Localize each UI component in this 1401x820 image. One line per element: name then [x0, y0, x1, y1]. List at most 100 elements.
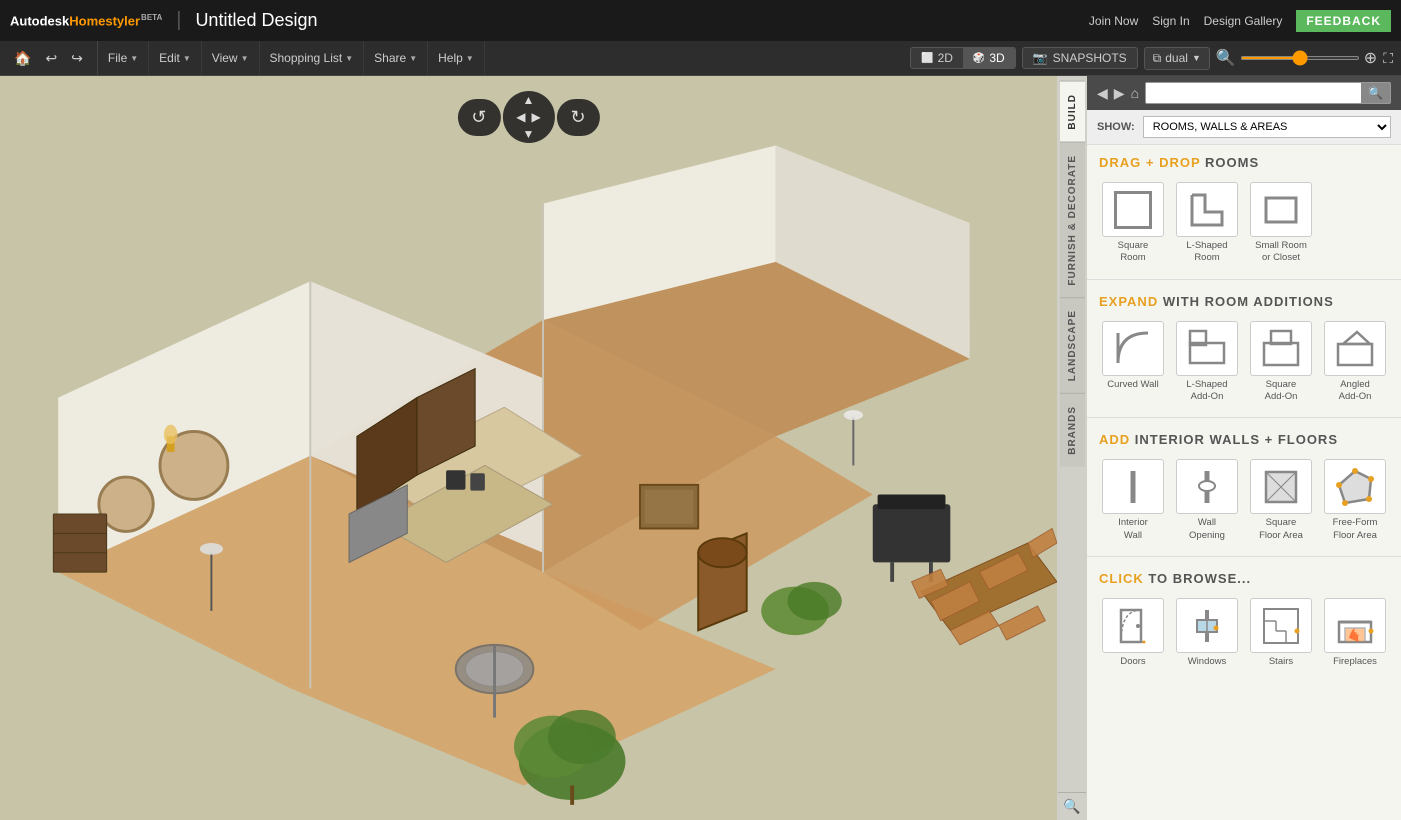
interior-wall-icon	[1102, 459, 1164, 514]
panel-home-button[interactable]: ⌂	[1131, 85, 1139, 101]
panel-search-box: 🔍	[1145, 82, 1391, 104]
l-shaped-addon-icon	[1176, 321, 1238, 376]
panel-search-button[interactable]: 🔍	[1361, 83, 1390, 103]
show-label: SHOW:	[1097, 121, 1135, 133]
autodesk-logo: AutodeskHomestylerBETA	[10, 13, 162, 28]
small-room-tile[interactable]: Small Roomor Closet	[1247, 182, 1315, 265]
design-title: Untitled Design	[195, 10, 317, 31]
feedback-button[interactable]: FEEDBACK	[1296, 10, 1391, 32]
stairs-tile[interactable]: Stairs	[1247, 598, 1315, 668]
small-room-label: Small Roomor Closet	[1255, 240, 1307, 265]
nav-center-control: ▲ ◀ ▶ ▼	[503, 91, 555, 143]
zoom-out-button[interactable]: 🔍	[1216, 48, 1236, 68]
canvas-area[interactable]: ↺ ▲ ◀ ▶ ▼ ↻	[0, 76, 1057, 820]
fullscreen-button[interactable]: ⛶	[1383, 50, 1393, 67]
topbar-right: Join Now Sign In Design Gallery FEEDBACK	[1089, 10, 1391, 32]
view-2d-button[interactable]: ⬜ 2D	[911, 48, 963, 68]
add-walls-grid: InteriorWall WallOpening	[1087, 453, 1401, 552]
edit-menu[interactable]: Edit ▼	[149, 41, 202, 75]
floor-plan-canvas[interactable]	[0, 76, 1057, 820]
join-now-link[interactable]: Join Now	[1089, 14, 1138, 28]
l-shaped-room-tile[interactable]: L-ShapedRoom	[1173, 182, 1241, 265]
help-menu[interactable]: Help ▼	[428, 41, 485, 75]
undo-icon[interactable]: ↩	[39, 46, 63, 71]
rotate-right-button[interactable]: ↻	[571, 107, 586, 128]
menubar-right: ⬜ 2D 🎲 3D 📷 SNAPSHOTS ⧉ dual ▼ 🔍 ⊕ ⛶	[910, 41, 1401, 75]
expand-header: EXPAND WITH ROOM ADDITIONS	[1087, 284, 1401, 315]
side-tabs: BUILD FURNISH & DECORATE LANDSCAPE BRAND…	[1057, 76, 1087, 820]
nav-lr: ◀ ▶	[516, 110, 540, 124]
fireplaces-label: Fireplaces	[1333, 656, 1377, 668]
curved-wall-icon	[1102, 321, 1164, 376]
interior-wall-label: InteriorWall	[1118, 517, 1148, 542]
redo-icon[interactable]: ↪	[65, 46, 89, 71]
new-file-icon[interactable]: 🏠	[8, 46, 37, 71]
square-room-icon	[1102, 182, 1164, 237]
square-addon-icon	[1250, 321, 1312, 376]
doors-tile[interactable]: Doors	[1099, 598, 1167, 668]
nav-left-button[interactable]: ◀	[516, 110, 525, 124]
fireplaces-tile[interactable]: Fireplaces	[1321, 598, 1389, 668]
topbar: AutodeskHomestylerBETA | Untitled Design…	[0, 0, 1401, 41]
square-room-label: SquareRoom	[1118, 240, 1149, 265]
l-shaped-addon-tile[interactable]: L-ShapedAdd-On	[1173, 321, 1241, 404]
freeform-floor-tile[interactable]: Free-FormFloor Area	[1321, 459, 1389, 542]
snapshots-button[interactable]: 📷 SNAPSHOTS	[1022, 47, 1138, 69]
square-floor-tile[interactable]: SquareFloor Area	[1247, 459, 1315, 542]
l-shaped-room-label: L-ShapedRoom	[1186, 240, 1227, 265]
panel-content: ◀ ▶ ⌂ 🔍 SHOW: ROOMS, WALLS & AREAS FURNI…	[1087, 76, 1401, 820]
curved-wall-label: Curved Wall	[1107, 379, 1158, 391]
view-3d-button[interactable]: 🎲 3D	[963, 48, 1015, 68]
brands-tab[interactable]: BRANDS	[1060, 393, 1085, 467]
zoom-slider[interactable]	[1240, 56, 1360, 60]
panel-search-input[interactable]	[1146, 83, 1361, 103]
doors-icon	[1102, 598, 1164, 653]
build-tab[interactable]: BUILD	[1060, 81, 1085, 142]
divider-1	[1087, 279, 1401, 280]
square-floor-label: SquareFloor Area	[1259, 517, 1303, 542]
topbar-left: AutodeskHomestylerBETA | Untitled Design	[10, 9, 318, 32]
interior-wall-tile[interactable]: InteriorWall	[1099, 459, 1167, 542]
sign-in-link[interactable]: Sign In	[1152, 14, 1189, 28]
divider-3	[1087, 556, 1401, 557]
file-icon-group: 🏠 ↩ ↪	[0, 41, 98, 75]
search-tab-icon[interactable]: 🔍	[1058, 792, 1086, 820]
drag-drop-grid: SquareRoom L-ShapedRoom	[1087, 176, 1401, 275]
shopping-list-menu[interactable]: Shopping List ▼	[260, 41, 365, 75]
menu-items: File ▼ Edit ▼ View ▼ Shopping List ▼ Sha…	[98, 41, 485, 75]
zoom-in-button[interactable]: ⊕	[1364, 48, 1377, 68]
nav-right-button[interactable]: ▶	[532, 110, 541, 124]
main-area: ↺ ▲ ◀ ▶ ▼ ↻	[0, 76, 1401, 820]
square-floor-icon	[1250, 459, 1312, 514]
view-menu[interactable]: View ▼	[202, 41, 260, 75]
drag-drop-header: DRAG + DROP ROOMS	[1087, 145, 1401, 176]
windows-tile[interactable]: Windows	[1173, 598, 1241, 668]
rotate-controls: ↺	[457, 99, 500, 136]
nav-down-button[interactable]: ▼	[522, 126, 536, 142]
zoom-group: 🔍 ⊕	[1216, 48, 1377, 68]
square-room-tile[interactable]: SquareRoom	[1099, 182, 1167, 265]
show-select[interactable]: ROOMS, WALLS & AREAS FURNITURE ALL	[1143, 116, 1391, 138]
nav-up-button[interactable]: ▲	[522, 92, 536, 108]
small-room-icon	[1250, 182, 1312, 237]
navigation-controls: ↺ ▲ ◀ ▶ ▼ ↻	[457, 91, 599, 143]
landscape-tab[interactable]: LANDSCAPE	[1060, 297, 1085, 393]
square-addon-label: SquareAdd-On	[1265, 379, 1298, 404]
angled-addon-tile[interactable]: AngledAdd-On	[1321, 321, 1389, 404]
freeform-floor-label: Free-FormFloor Area	[1333, 517, 1378, 542]
file-menu[interactable]: File ▼	[98, 41, 149, 75]
fireplaces-icon	[1324, 598, 1386, 653]
wall-opening-tile[interactable]: WallOpening	[1173, 459, 1241, 542]
design-gallery-link[interactable]: Design Gallery	[1204, 14, 1283, 28]
freeform-floor-icon	[1324, 459, 1386, 514]
l-shaped-room-icon	[1176, 182, 1238, 237]
furnish-tab[interactable]: FURNISH & DECORATE	[1060, 142, 1085, 298]
panel-back-button[interactable]: ◀	[1097, 85, 1108, 102]
share-menu[interactable]: Share ▼	[364, 41, 428, 75]
rotate-left-button[interactable]: ↺	[471, 107, 486, 128]
square-addon-tile[interactable]: SquareAdd-On	[1247, 321, 1315, 404]
dual-button[interactable]: ⧉ dual ▼	[1144, 47, 1210, 70]
l-shaped-addon-label: L-ShapedAdd-On	[1186, 379, 1227, 404]
curved-wall-tile[interactable]: Curved Wall	[1099, 321, 1167, 404]
panel-forward-button[interactable]: ▶	[1114, 85, 1125, 102]
